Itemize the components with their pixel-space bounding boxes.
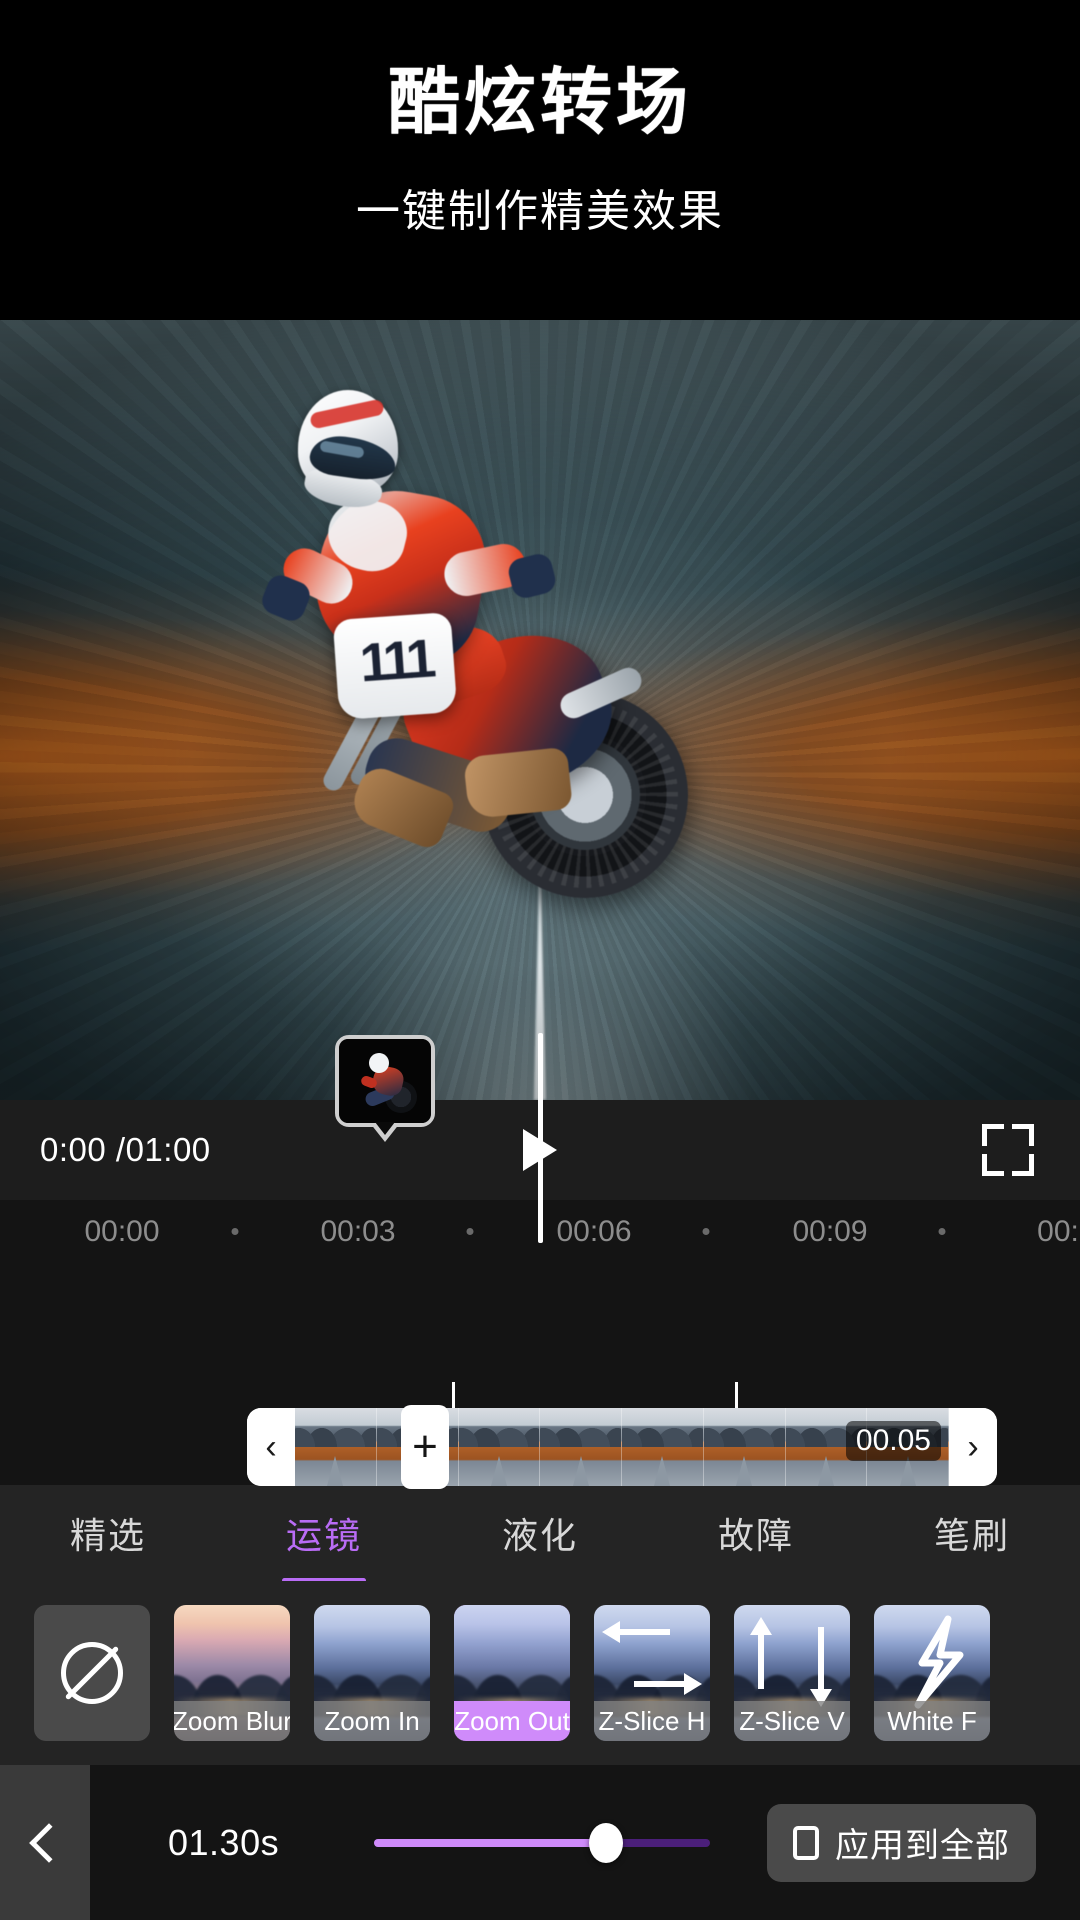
ruler-label: 00:09 — [792, 1215, 868, 1248]
effect-card-label: Zoom Blur — [174, 1701, 290, 1741]
tab-featured[interactable]: 精选 — [0, 1507, 216, 1559]
app-root: 酷炫转场 一键制作精美效果 111 0:00 /01:00 00:00 00:0… — [0, 0, 1080, 1920]
effect-card-label: Z-Slice H — [594, 1701, 710, 1741]
effect-card-white-flash[interactable]: White F — [874, 1605, 990, 1741]
motorcycle-rider-subject: 111 — [258, 380, 713, 940]
clip-frame — [295, 1408, 377, 1486]
clip-handle-left[interactable]: ‹ — [247, 1408, 295, 1486]
clip-handle-right[interactable]: › — [949, 1408, 997, 1486]
ruler-tick-dot — [466, 1228, 474, 1235]
chevron-left-icon — [29, 1822, 69, 1863]
ruler-tick-dot — [702, 1228, 710, 1235]
effect-category-tabs[interactable]: 精选 运镜 液化 故障 笔刷 — [0, 1485, 1080, 1581]
apply-to-all-label: 应用到全部 — [835, 1827, 1010, 1865]
fullscreen-icon-corner — [982, 1154, 1004, 1176]
fullscreen-button[interactable] — [982, 1124, 1034, 1176]
back-button[interactable] — [0, 1765, 90, 1920]
transition-duration-value: 01.30s — [168, 1821, 280, 1863]
mini-rider-graphic — [359, 1053, 419, 1115]
clip-frame — [703, 1408, 786, 1486]
effect-card-label: Zoom In — [314, 1701, 430, 1741]
promo-subtitle: 一键制作精美效果 — [356, 186, 724, 236]
duration-slider[interactable] — [374, 1822, 710, 1863]
duration-slider-knob[interactable] — [589, 1822, 623, 1863]
effect-card-zoom-out[interactable]: Zoom Out — [454, 1605, 570, 1741]
duration-slider-fill — [374, 1838, 606, 1847]
rider-boot-right — [463, 746, 573, 820]
playback-time: 0:00 /01:00 — [40, 1131, 211, 1168]
clip-frame — [622, 1408, 704, 1486]
effect-card-z-slice-v[interactable]: Z-Slice V — [734, 1605, 850, 1741]
fullscreen-icon-corner — [1012, 1154, 1034, 1176]
popup-tail-inner — [375, 1122, 395, 1135]
bottom-toolbar: 01.30s 应用到全部 — [0, 1765, 1080, 1920]
tab-glitch[interactable]: 故障 — [648, 1507, 864, 1559]
effect-card-none[interactable] — [34, 1605, 150, 1741]
clip-frame — [458, 1408, 541, 1486]
bike-number-text: 111 — [357, 628, 435, 694]
timeline-thumbnail-image — [339, 1039, 431, 1123]
timeline-clip-strip[interactable]: ‹ › 00.05 — [247, 1408, 997, 1486]
timeline-thumbnail-popup — [335, 1035, 435, 1142]
effect-card-label: Zoom Out — [454, 1701, 570, 1741]
tab-camera-move[interactable]: 运镜 — [216, 1507, 432, 1559]
effect-card-label: Z-Slice V — [734, 1701, 850, 1741]
clip-duration-badge: 00.05 — [845, 1421, 941, 1461]
tab-brush[interactable]: 笔刷 — [864, 1507, 1080, 1559]
ruler-label: 00:00 — [84, 1215, 160, 1248]
no-effect-icon — [61, 1642, 123, 1704]
add-transition-button[interactable]: + — [401, 1405, 449, 1489]
effect-card-zoom-in[interactable]: Zoom In — [314, 1605, 430, 1741]
mini-helmet — [369, 1053, 389, 1073]
ruler-label: 00:03 — [320, 1215, 396, 1248]
ruler-tick-dot — [938, 1228, 946, 1235]
ruler-label: 00:06 — [556, 1215, 632, 1248]
effect-card-z-slice-h[interactable]: Z-Slice H — [594, 1605, 710, 1741]
effect-card-label: White F — [874, 1701, 990, 1741]
effect-card-list[interactable]: Zoom Blur Zoom In Zoom Out Z-Slice H Z-S… — [0, 1581, 1080, 1765]
ruler-label: 00: — [1037, 1215, 1079, 1248]
apply-to-all-button[interactable]: 应用到全部 — [767, 1803, 1036, 1882]
phone-outline-icon — [793, 1825, 819, 1860]
clip-frame — [540, 1408, 622, 1486]
video-preview[interactable]: 111 — [0, 320, 1080, 1100]
fullscreen-icon-corner — [1012, 1124, 1034, 1146]
fullscreen-icon — [982, 1124, 1004, 1146]
promo-title-block: 酷炫转场 一键制作精美效果 — [0, 0, 1080, 320]
timeline-playhead[interactable] — [538, 1033, 543, 1243]
effect-card-zoom-blur[interactable]: Zoom Blur — [174, 1605, 290, 1741]
promo-title: 酷炫转场 — [387, 63, 692, 143]
ruler-tick-dot — [231, 1228, 239, 1235]
tab-liquify[interactable]: 液化 — [432, 1507, 648, 1559]
